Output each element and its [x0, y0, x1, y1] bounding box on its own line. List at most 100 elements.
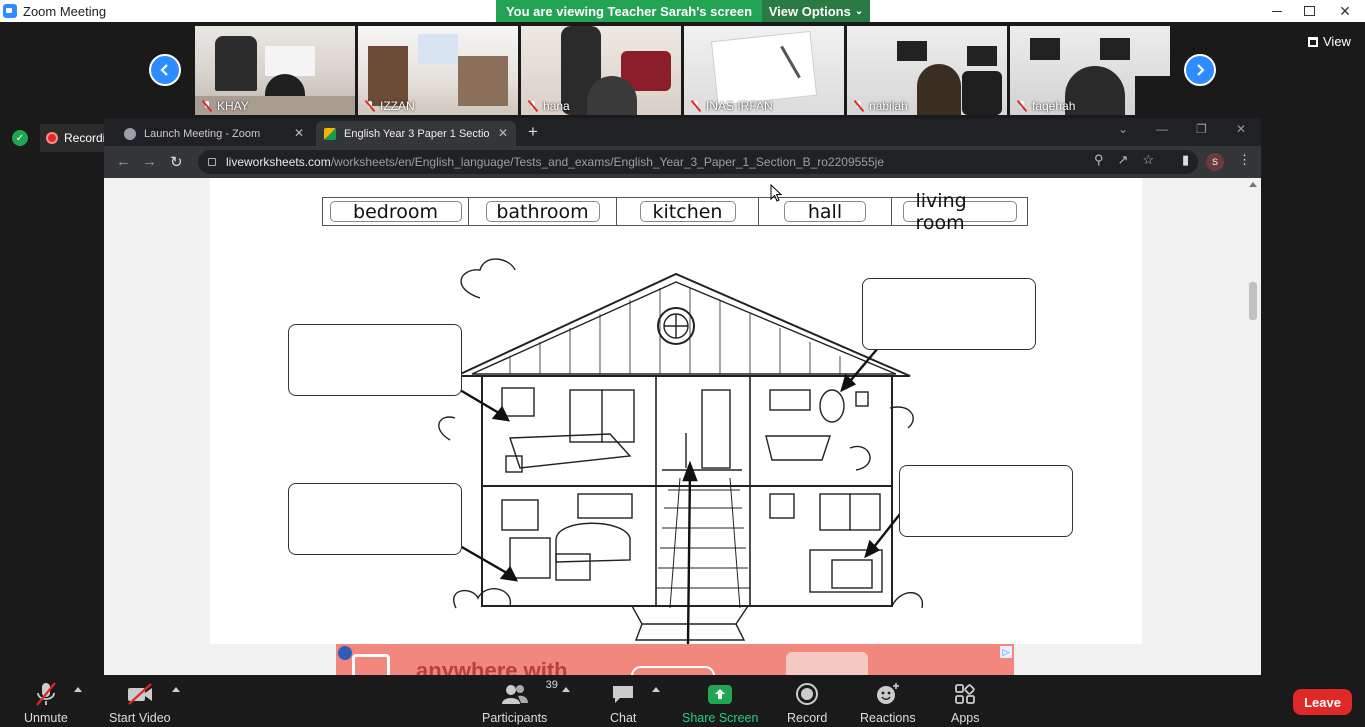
share-banner-message: You are viewing Teacher Sarah's screen [496, 0, 762, 22]
participants-button[interactable]: 39 Participants [482, 679, 558, 725]
close-button[interactable]: ✕ [1325, 0, 1365, 22]
start-video-label: Start Video [109, 711, 171, 725]
tab-launch-meeting[interactable]: Launch Meeting - Zoom ✕ [116, 121, 312, 146]
mic-muted-icon [201, 100, 213, 112]
participant-tile[interactable]: INAS IRFAN [684, 26, 844, 115]
chat-caret-icon[interactable] [652, 687, 660, 692]
participant-name-row: faqehah [1016, 99, 1075, 113]
unmute-button[interactable]: Unmute [24, 681, 68, 725]
audio-options-caret-icon[interactable] [74, 687, 82, 692]
tab-search-icon[interactable]: ⌄ [1118, 122, 1128, 136]
chevron-down-icon: ⌄ [854, 5, 864, 17]
answer-box-bedroom[interactable] [288, 324, 462, 396]
browser-restore-button[interactable]: ❐ [1196, 122, 1207, 136]
share-screen-label: Share Screen [682, 711, 759, 725]
participant-tile[interactable]: hana [521, 26, 681, 115]
lock-icon [208, 158, 216, 166]
view-label: View [1323, 34, 1351, 49]
back-arrow-icon[interactable]: ← [116, 153, 131, 170]
share-icon[interactable]: ↗ [1118, 152, 1129, 168]
apps-button[interactable]: Apps [951, 681, 980, 725]
reactions-smiley-icon [876, 683, 899, 704]
mic-muted-icon [853, 100, 865, 112]
answer-box-living-room[interactable] [288, 483, 462, 555]
bookmark-star-icon[interactable]: ☆ [1142, 152, 1154, 168]
scroll-thumb[interactable] [1249, 282, 1257, 320]
shared-screen: Launch Meeting - Zoom ✕ English Year 3 P… [104, 118, 1261, 675]
participant-name: hana [543, 99, 570, 113]
leave-button[interactable]: Leave [1293, 689, 1352, 715]
forward-arrow-icon[interactable]: → [142, 153, 157, 170]
adobe-logo-icon [352, 654, 390, 675]
chat-label: Chat [610, 711, 637, 725]
participant-tile[interactable]: faqehah [1010, 26, 1170, 115]
ad-privacy-icon[interactable] [338, 646, 352, 660]
ad-choices-icon[interactable]: ▷ [1000, 646, 1012, 658]
minimize-button[interactable] [1261, 0, 1293, 22]
ad-banner[interactable]: anywhere with ▷ [336, 644, 1014, 675]
browser-minimize-button[interactable]: — [1156, 122, 1168, 136]
more-menu-icon[interactable]: ⋮ [1238, 152, 1251, 168]
window-title: Zoom Meeting [23, 3, 107, 19]
participant-name-row: IZZAN [364, 99, 415, 113]
next-page-button[interactable] [1184, 54, 1216, 86]
ad-text: anywhere with [416, 658, 568, 675]
view-options-label: View Options [768, 3, 851, 19]
ad-cta-button[interactable] [631, 666, 715, 675]
answer-box-bathroom[interactable] [862, 278, 1036, 350]
browser-close-button[interactable]: ✕ [1236, 122, 1246, 136]
tab-title: English Year 3 Paper 1 Section B [344, 127, 489, 140]
worksheet-page: bedroom bathroom kitchen hall living roo… [210, 178, 1142, 644]
view-button[interactable]: View [1308, 34, 1351, 49]
house-illustration [438, 258, 924, 644]
participant-tile[interactable]: IZZAN [358, 26, 518, 115]
participants-label: Participants [482, 711, 548, 725]
zoom-magnifier-icon[interactable]: ⚲ [1094, 152, 1104, 168]
gallery-view-icon [1308, 36, 1318, 47]
mouse-cursor-icon [770, 184, 782, 202]
tab-close-icon[interactable]: ✕ [498, 126, 508, 140]
side-panel-icon[interactable]: ▮ [1182, 152, 1189, 168]
video-options-caret-icon[interactable] [172, 687, 180, 692]
participants-icon [501, 685, 528, 704]
participant-name: KHAY [217, 99, 249, 113]
video-off-icon [127, 683, 152, 705]
maximize-button[interactable] [1293, 0, 1325, 22]
record-button[interactable]: Record [787, 681, 827, 725]
new-tab-button[interactable]: + [528, 122, 538, 142]
participants-caret-icon[interactable] [562, 687, 570, 692]
prev-page-button[interactable] [149, 54, 181, 86]
meeting-controls: Unmute Start Video 39 Participants Chat … [0, 675, 1365, 727]
mic-muted-icon [36, 682, 56, 706]
url-domain: liveworksheets.com [226, 155, 331, 169]
apps-grid-icon [955, 684, 976, 704]
record-label: Record [787, 711, 828, 725]
participant-name: IZZAN [380, 99, 415, 113]
chat-button[interactable]: Chat [610, 681, 636, 725]
address-bar[interactable]: liveworksheets.com /worksheets/en/Englis… [198, 150, 1198, 174]
view-options-button[interactable]: View Options ⌄ [762, 0, 870, 22]
share-screen-button[interactable]: Share Screen [682, 681, 758, 725]
scroll-up-arrow-icon[interactable] [1249, 182, 1257, 187]
profile-avatar[interactable]: S [1206, 153, 1224, 171]
tab-close-icon[interactable]: ✕ [294, 126, 304, 140]
mic-muted-icon [364, 100, 376, 112]
answer-box-kitchen[interactable] [899, 465, 1073, 537]
tab-worksheet[interactable]: English Year 3 Paper 1 Section B ✕ [316, 121, 516, 146]
page-scrollbar[interactable] [1245, 178, 1261, 675]
unmute-label: Unmute [24, 711, 68, 725]
security-shield-icon[interactable]: ✓ [12, 130, 28, 146]
chevron-right-icon [1197, 64, 1205, 76]
share-screen-icon [708, 684, 733, 704]
chevron-left-icon [160, 64, 168, 76]
share-banner: You are viewing Teacher Sarah's screen V… [496, 0, 870, 22]
start-video-button[interactable]: Start Video [109, 681, 171, 725]
participant-name: faqehah [1032, 99, 1076, 113]
zoom-app: Zoom Meeting ✕ You are viewing Teacher S… [0, 0, 1365, 727]
participant-tile[interactable]: KHAY [195, 26, 355, 115]
reload-icon[interactable]: ↻ [170, 153, 183, 171]
mic-muted-icon [690, 100, 702, 112]
liveworksheets-favicon-icon [324, 127, 336, 140]
reactions-button[interactable]: Reactions [860, 681, 916, 725]
participant-tile[interactable]: nabilah [847, 26, 1007, 115]
